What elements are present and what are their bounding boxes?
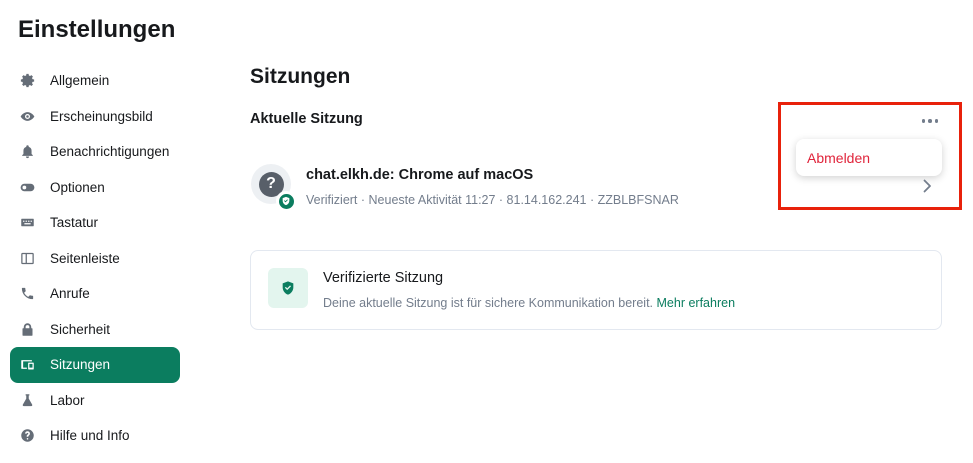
- gear-icon: [18, 72, 36, 90]
- sidebar-item-label: Anrufe: [50, 286, 90, 302]
- page-title: Einstellungen: [18, 16, 176, 43]
- verified-session-title: Verifizierte Sitzung: [323, 270, 444, 286]
- sidebar-item-label: Seitenleiste: [50, 250, 120, 266]
- sidebar-item-sitzungen[interactable]: Sitzungen: [10, 347, 180, 383]
- sidebar-item-erscheinungsbild[interactable]: Erscheinungsbild: [10, 99, 180, 135]
- shield-icon: [268, 268, 308, 308]
- phone-icon: [18, 285, 36, 303]
- sidebar-item-tastatur[interactable]: Tastatur: [10, 205, 180, 241]
- session-details: Verifiziert · Neueste Aktivität 11:27 · …: [306, 193, 679, 207]
- description-text: Deine aktuelle Sitzung ist für sichere K…: [323, 296, 654, 310]
- verified-session-card: Verifizierte Sitzung Deine aktuelle Sitz…: [250, 250, 942, 330]
- sidebar-item-label: Tastatur: [50, 215, 99, 231]
- eye-icon: [18, 107, 36, 125]
- section-title: Sitzungen: [250, 65, 351, 88]
- lock-icon: [18, 320, 36, 338]
- current-session-heading: Aktuelle Sitzung: [250, 111, 363, 127]
- session-name: chat.elkh.de: Chrome auf macOS: [306, 167, 534, 183]
- sidebar-icon: [18, 249, 36, 267]
- sidebar-item-label: Erscheinungsbild: [50, 108, 153, 124]
- chevron-right-icon[interactable]: [919, 178, 935, 194]
- sidebar-item-sicherheit[interactable]: Sicherheit: [10, 312, 180, 348]
- verified-session-description: Deine aktuelle Sitzung ist für sichere K…: [323, 296, 735, 310]
- sidebar-item-label: Sicherheit: [50, 321, 111, 337]
- sidebar-item-benachrichtigungen[interactable]: Benachrichtigungen: [10, 134, 180, 170]
- sidebar-item-label: Hilfe und Info: [50, 428, 130, 444]
- sidebar-item-label: Sitzungen: [50, 357, 111, 373]
- sidebar-item-hilfe-und-info[interactable]: Hilfe und Info: [10, 418, 180, 454]
- sidebar-item-label: Benachrichtigungen: [50, 144, 170, 160]
- sidebar-item-allgemein[interactable]: Allgemein: [10, 63, 180, 99]
- help-icon: [18, 427, 36, 445]
- flask-icon: [18, 391, 36, 409]
- sidebar-item-seitenleiste[interactable]: Seitenleiste: [10, 241, 180, 277]
- shield-check-icon: [278, 193, 294, 209]
- sidebar-item-labor[interactable]: Labor: [10, 383, 180, 419]
- verified-badge: [276, 191, 296, 211]
- sidebar-item-label: Allgemein: [50, 73, 110, 89]
- devices-icon: [18, 356, 36, 374]
- sidebar-item-anrufe[interactable]: Anrufe: [10, 276, 180, 312]
- sidebar: Allgemein Erscheinungsbild Benachrichtig…: [10, 63, 180, 454]
- toggle-icon: [18, 178, 36, 196]
- sidebar-item-optionen[interactable]: Optionen: [10, 170, 180, 206]
- sidebar-item-label: Optionen: [50, 179, 105, 195]
- keyboard-icon: [18, 214, 36, 232]
- sidebar-item-label: Labor: [50, 392, 85, 408]
- learn-more-link[interactable]: Mehr erfahren: [657, 296, 736, 310]
- bell-icon: [18, 143, 36, 161]
